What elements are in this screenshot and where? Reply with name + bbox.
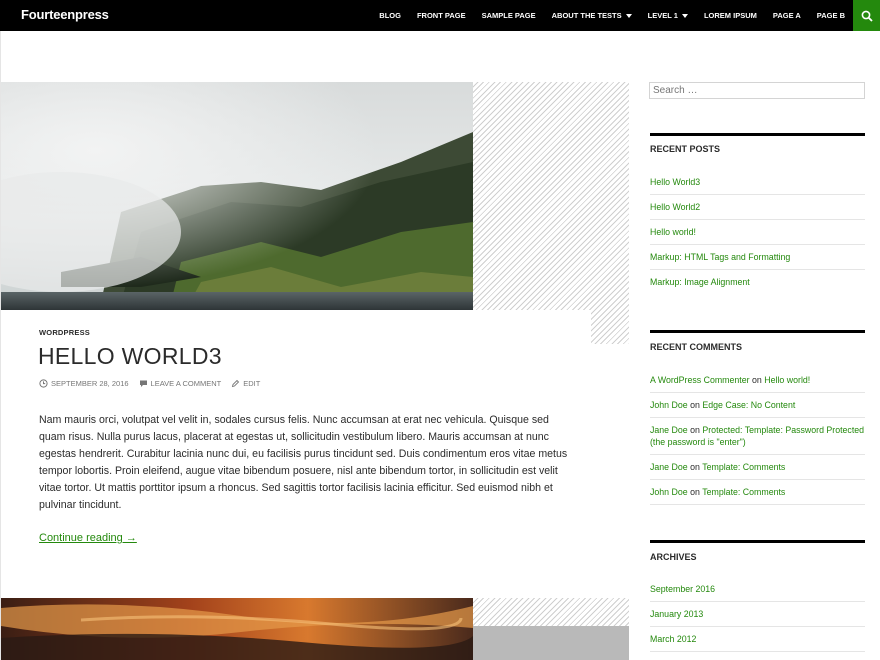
- comment-author-link[interactable]: John Doe: [650, 487, 688, 497]
- recent-comments-title: RECENT COMMENTS: [650, 342, 742, 352]
- archives-list: September 2016 January 2013 March 2012: [650, 577, 865, 652]
- archive-link[interactable]: January 2013: [650, 609, 703, 619]
- comment-post-link[interactable]: Template: Comments: [702, 487, 785, 497]
- search-toggle-button[interactable]: [853, 0, 880, 31]
- recent-post-link[interactable]: Hello world!: [650, 227, 696, 237]
- nav-label: LOREM IPSUM: [703, 11, 757, 20]
- comments-text: LEAVE A COMMENT: [150, 379, 222, 388]
- comment-post-link[interactable]: Hello world!: [764, 375, 810, 385]
- nav-label: SAMPLE PAGE: [481, 11, 536, 20]
- recent-post-link[interactable]: Markup: HTML Tags and Formatting: [650, 252, 790, 262]
- list-item: January 2013: [650, 602, 865, 627]
- date-text: SEPTEMBER 28, 2016: [51, 379, 129, 388]
- search-input[interactable]: Search …: [649, 82, 865, 99]
- list-item: Hello World3: [650, 170, 865, 195]
- widget-divider: [650, 540, 865, 543]
- sunset-sky-image: [1, 598, 473, 660]
- nav-item-page-a[interactable]: PAGE A: [765, 0, 809, 31]
- list-item: John Doe on Template: Comments: [650, 480, 865, 505]
- list-item: Jane Doe on Protected: Template: Passwor…: [650, 418, 865, 455]
- list-item: September 2016: [650, 577, 865, 602]
- comment-on-text: on: [752, 375, 762, 385]
- list-item: Jane Doe on Template: Comments: [650, 455, 865, 480]
- comment-on-text: on: [690, 487, 700, 497]
- edit-text: EDIT: [243, 379, 261, 388]
- nav-label: PAGE A: [772, 11, 801, 20]
- widget-divider: [650, 133, 865, 136]
- nav-label: BLOG: [379, 11, 401, 20]
- comment-post-link[interactable]: Edge Case: No Content: [702, 400, 795, 410]
- post-meta: SEPTEMBER 28, 2016 LEAVE A COMMENT EDIT: [39, 379, 270, 388]
- list-item: Hello World2: [650, 195, 865, 220]
- archive-link[interactable]: March 2012: [650, 634, 696, 644]
- post-date[interactable]: SEPTEMBER 28, 2016: [39, 379, 129, 388]
- recent-post-link[interactable]: Hello World2: [650, 202, 700, 212]
- post-excerpt: Nam mauris orci, volutpat vel velit in, …: [39, 414, 568, 511]
- comment-author-link[interactable]: A WordPress Commenter: [650, 375, 750, 385]
- comment-on-text: on: [690, 425, 700, 435]
- nav-item-blog[interactable]: BLOG: [371, 0, 409, 31]
- nav-item-level-1[interactable]: LEVEL 1: [640, 0, 696, 31]
- nav-item-about-the-tests[interactable]: ABOUT THE TESTS: [544, 0, 640, 31]
- primary-navigation: BLOG FRONT PAGE SAMPLE PAGE ABOUT THE TE…: [371, 0, 853, 31]
- comment-author-link[interactable]: Jane Doe: [650, 425, 688, 435]
- recent-post-link[interactable]: Hello World3: [650, 177, 700, 187]
- recent-posts-list: Hello World3 Hello World2 Hello world! M…: [650, 170, 865, 294]
- list-item: John Doe on Edge Case: No Content: [650, 393, 865, 418]
- featured-image-grey-block: [473, 626, 629, 660]
- list-item: March 2012: [650, 627, 865, 652]
- comment-author-link[interactable]: Jane Doe: [650, 462, 688, 472]
- site-title[interactable]: Fourteenpress: [21, 7, 109, 22]
- nav-label: ABOUT THE TESTS: [551, 11, 622, 20]
- clock-icon: [39, 379, 48, 388]
- caret-down-icon: [681, 13, 688, 18]
- recent-posts-title: RECENT POSTS: [650, 144, 721, 154]
- pencil-icon: [232, 379, 240, 388]
- list-item: Hello world!: [650, 220, 865, 245]
- comment-on-text: on: [690, 462, 700, 472]
- mountain-lake-image: [1, 82, 473, 310]
- caret-down-icon: [625, 13, 632, 18]
- comment-post-link[interactable]: Template: Comments: [702, 462, 785, 472]
- continue-reading-link[interactable]: Continue reading →: [39, 532, 137, 544]
- archives-title: ARCHIVES: [650, 552, 697, 562]
- comments-link[interactable]: LEAVE A COMMENT: [139, 379, 222, 388]
- comment-icon: [139, 380, 147, 387]
- nav-label: PAGE B: [816, 11, 845, 20]
- featured-image-2[interactable]: [1, 598, 473, 660]
- nav-item-lorem-ipsum[interactable]: LOREM IPSUM: [696, 0, 765, 31]
- site-header: Fourteenpress BLOG FRONT PAGE SAMPLE PAG…: [0, 0, 880, 31]
- nav-item-sample-page[interactable]: SAMPLE PAGE: [474, 0, 544, 31]
- nav-label: FRONT PAGE: [416, 11, 466, 20]
- comment-author-link[interactable]: John Doe: [650, 400, 688, 410]
- widget-divider: [650, 330, 865, 333]
- recent-comments-list: A WordPress Commenter on Hello world! Jo…: [650, 368, 865, 505]
- list-item: Markup: Image Alignment: [650, 270, 865, 294]
- comment-on-text: on: [690, 400, 700, 410]
- nav-item-page-b[interactable]: PAGE B: [809, 0, 853, 31]
- featured-image-pattern: [473, 82, 629, 344]
- category-link[interactable]: WORDPRESS: [39, 328, 90, 337]
- nav-label: LEVEL 1: [647, 11, 678, 20]
- nav-item-front-page[interactable]: FRONT PAGE: [409, 0, 474, 31]
- post-title[interactable]: HELLO WORLD3: [38, 343, 222, 370]
- archive-link[interactable]: September 2016: [650, 584, 715, 594]
- recent-post-link[interactable]: Markup: Image Alignment: [650, 277, 750, 287]
- list-item: A WordPress Commenter on Hello world!: [650, 368, 865, 393]
- edit-link[interactable]: EDIT: [231, 379, 260, 388]
- featured-image[interactable]: [1, 82, 473, 310]
- search-icon: [861, 10, 873, 22]
- list-item: Markup: HTML Tags and Formatting: [650, 245, 865, 270]
